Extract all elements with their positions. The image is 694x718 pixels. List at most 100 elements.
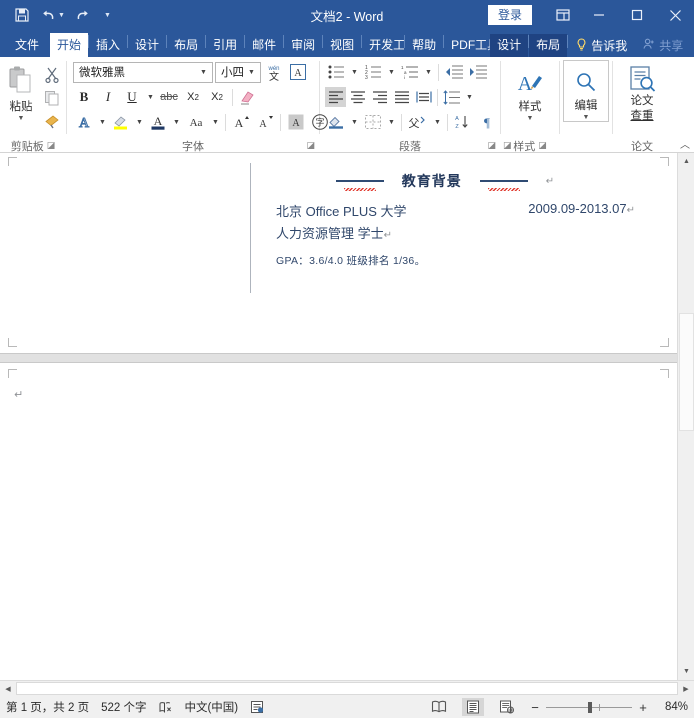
maximize-icon[interactable] bbox=[618, 0, 656, 30]
asian-layout-dropdown-icon[interactable]: ▼ bbox=[432, 111, 443, 133]
subscript-button[interactable]: X2 bbox=[182, 86, 204, 108]
tab-references[interactable]: 引用 bbox=[206, 34, 244, 57]
font-name-combo[interactable]: 微软雅黑 ▼ bbox=[73, 61, 213, 83]
accessibility-icon[interactable] bbox=[250, 700, 264, 714]
zoom-control[interactable]: − + 84% bbox=[530, 700, 688, 715]
bold-button[interactable]: B bbox=[73, 86, 95, 108]
bullets-icon[interactable] bbox=[325, 61, 347, 83]
tab-review[interactable]: 审阅 bbox=[284, 34, 322, 57]
customize-qat-icon[interactable]: ▼ bbox=[104, 12, 114, 19]
align-center-button[interactable] bbox=[347, 87, 368, 107]
font-size-dropdown-icon[interactable]: ▼ bbox=[245, 69, 258, 76]
proofing-errors-icon[interactable] bbox=[158, 700, 172, 714]
line-spacing-icon[interactable] bbox=[441, 86, 463, 108]
word-count[interactable]: 522 个字 bbox=[101, 699, 146, 715]
tab-file[interactable]: 文件 bbox=[4, 34, 50, 57]
view-web-layout-button[interactable] bbox=[496, 698, 518, 716]
character-shading-icon[interactable]: A bbox=[285, 111, 307, 133]
tab-layout[interactable]: 布局 bbox=[167, 34, 205, 57]
editing-button[interactable]: 编辑 ▼ bbox=[563, 60, 609, 122]
font-color-dropdown-icon[interactable]: ▼ bbox=[171, 111, 182, 133]
vertical-scroll-thumb[interactable] bbox=[679, 313, 694, 431]
close-icon[interactable] bbox=[656, 0, 694, 30]
format-painter-icon[interactable] bbox=[41, 111, 63, 131]
tab-pdf-tools[interactable]: PDF工具集 bbox=[444, 34, 490, 57]
ribbon-display-options-icon[interactable] bbox=[546, 0, 580, 30]
sort-icon[interactable]: AZ bbox=[452, 111, 474, 133]
decrease-indent-icon[interactable] bbox=[443, 61, 465, 83]
tab-view[interactable]: 视图 bbox=[323, 34, 361, 57]
tab-developer[interactable]: 开发工具 bbox=[362, 34, 404, 57]
horizontal-scrollbar[interactable]: ◀ ▶ bbox=[0, 680, 694, 696]
superscript-button[interactable]: X2 bbox=[206, 86, 228, 108]
view-print-layout-button[interactable] bbox=[462, 698, 484, 716]
zoom-out-button[interactable]: − bbox=[530, 700, 540, 715]
minimize-icon[interactable] bbox=[580, 0, 618, 30]
grow-font-icon[interactable]: A bbox=[230, 111, 252, 133]
clipboard-dialog-launcher-icon[interactable]: ◪ bbox=[47, 140, 56, 151]
zoom-percentage[interactable]: 84% bbox=[654, 701, 688, 713]
distributed-button[interactable] bbox=[413, 87, 434, 107]
redo-icon[interactable] bbox=[70, 3, 94, 27]
zoom-in-button[interactable]: + bbox=[638, 700, 648, 715]
strikethrough-button[interactable]: abc bbox=[158, 86, 180, 108]
character-border-icon[interactable]: A bbox=[287, 61, 309, 83]
italic-button[interactable]: I bbox=[97, 86, 119, 108]
editing-dropdown-icon[interactable]: ▼ bbox=[583, 114, 590, 121]
change-case-icon[interactable]: Aa bbox=[184, 111, 208, 133]
tab-help[interactable]: 帮助 bbox=[405, 34, 443, 57]
font-size-combo[interactable]: 小四 ▼ bbox=[215, 61, 261, 83]
styles-dialog-launcher-icon[interactable]: ◪ bbox=[538, 140, 547, 151]
tab-table-layout[interactable]: 布局 bbox=[529, 34, 568, 57]
text-effects-dropdown-icon[interactable]: ▼ bbox=[97, 111, 108, 133]
styles-dialog-launcher-left-icon[interactable]: ◪ bbox=[503, 140, 512, 151]
tell-me-box[interactable]: 告诉我 bbox=[568, 34, 635, 57]
shading-icon[interactable] bbox=[325, 111, 347, 133]
shading-dropdown-icon[interactable]: ▼ bbox=[349, 111, 360, 133]
borders-icon[interactable] bbox=[362, 111, 384, 133]
styles-dropdown-icon[interactable]: ▼ bbox=[527, 115, 534, 122]
section-heading-row[interactable]: 教育背景 ↵ bbox=[270, 171, 620, 191]
text-highlight-icon[interactable] bbox=[110, 111, 132, 133]
align-right-button[interactable] bbox=[369, 87, 390, 107]
tab-design[interactable]: 设计 bbox=[128, 34, 166, 57]
zoom-slider-track[interactable] bbox=[546, 701, 632, 713]
scroll-right-icon[interactable]: ▶ bbox=[678, 681, 694, 696]
zoom-slider-thumb[interactable] bbox=[588, 701, 592, 713]
asian-layout-icon[interactable]: 父 bbox=[406, 111, 430, 133]
vertical-scrollbar[interactable]: ▲ ▼ bbox=[677, 153, 694, 680]
share-button[interactable]: 共享 bbox=[635, 34, 691, 57]
text-effects-icon[interactable]: A bbox=[73, 111, 95, 133]
undo-dropdown-icon[interactable]: ▼ bbox=[58, 12, 68, 19]
language-indicator[interactable]: 中文(中国) bbox=[184, 699, 238, 715]
paragraph-dialog-launcher-icon[interactable]: ◪ bbox=[487, 140, 496, 151]
save-icon[interactable] bbox=[10, 3, 34, 27]
document-page-2[interactable]: ↵ bbox=[0, 363, 677, 680]
underline-dropdown-icon[interactable]: ▼ bbox=[145, 86, 156, 108]
line-spacing-dropdown-icon[interactable]: ▼ bbox=[464, 86, 475, 108]
horizontal-scroll-track[interactable] bbox=[16, 682, 678, 695]
numbering-icon[interactable]: 123 bbox=[362, 61, 384, 83]
collapse-ribbon-icon[interactable]: ︿ bbox=[680, 136, 690, 151]
paste-dropdown-icon[interactable]: ▼ bbox=[18, 115, 25, 122]
bullets-dropdown-icon[interactable]: ▼ bbox=[349, 61, 360, 83]
font-name-dropdown-icon[interactable]: ▼ bbox=[197, 69, 210, 76]
tab-table-design[interactable]: 设计 bbox=[490, 34, 529, 57]
font-dialog-launcher-icon[interactable]: ◪ bbox=[306, 140, 315, 151]
text-highlight-dropdown-icon[interactable]: ▼ bbox=[134, 111, 145, 133]
copy-icon[interactable] bbox=[41, 88, 63, 108]
tab-mailings[interactable]: 邮件 bbox=[245, 34, 283, 57]
clear-formatting-icon[interactable] bbox=[237, 86, 259, 108]
increase-indent-icon[interactable] bbox=[467, 61, 489, 83]
shrink-font-icon[interactable]: A bbox=[254, 111, 276, 133]
signin-button[interactable]: 登录 bbox=[487, 4, 532, 26]
borders-dropdown-icon[interactable]: ▼ bbox=[386, 111, 397, 133]
font-color-icon[interactable]: A bbox=[147, 111, 169, 133]
justify-button[interactable] bbox=[391, 87, 412, 107]
view-read-mode-button[interactable] bbox=[428, 698, 450, 716]
multilevel-list-icon[interactable]: 1ai bbox=[399, 61, 421, 83]
document-page-1[interactable]: 教育背景 ↵ 北京 Office PLUS 大学 2009.09-2013.07… bbox=[0, 153, 677, 353]
phonetic-guide-icon[interactable]: wén 文 bbox=[263, 61, 285, 83]
thesis-check-button[interactable]: 论文 查重 bbox=[618, 60, 666, 122]
scroll-up-icon[interactable]: ▲ bbox=[678, 153, 694, 170]
